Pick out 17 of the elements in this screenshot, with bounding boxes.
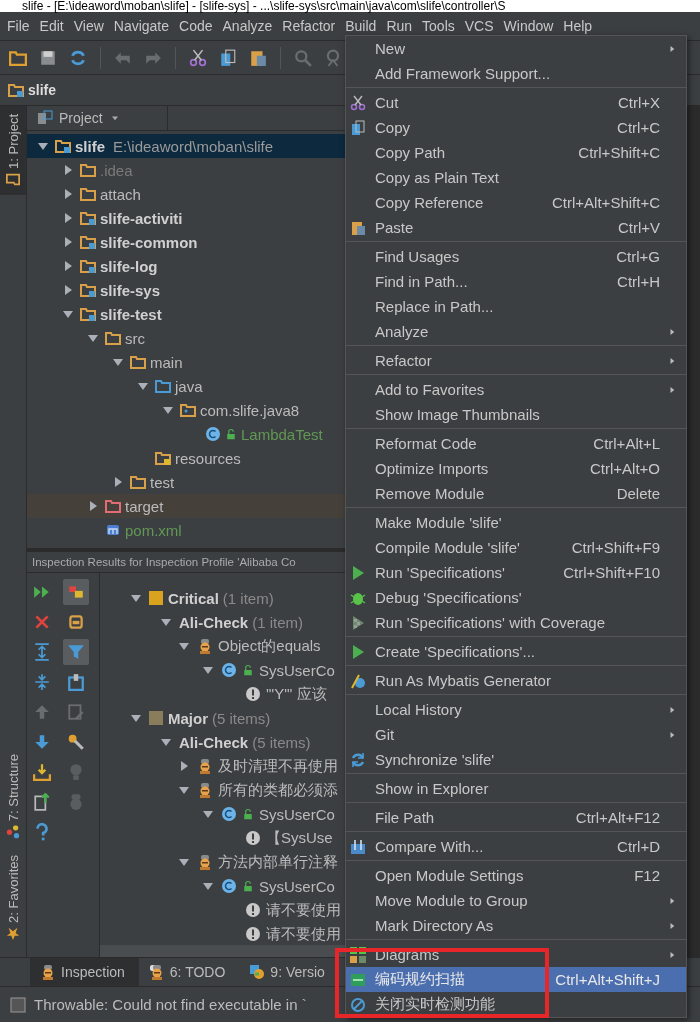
shortcut-text: F12 [634,867,660,884]
shortcut-text: Ctrl+X [617,94,660,111]
shortcut-text: Ctrl+Alt+Shift+J [555,971,660,988]
shortcut-text: Ctrl+D [617,838,660,855]
shortcut-text: Ctrl+V [617,219,660,236]
shortcut-text: Ctrl+G [616,248,660,265]
status-message: Throwable: Could not find executable in ` [34,996,307,1013]
shortcut-text: Delete [616,485,660,502]
shortcut-text: Ctrl+C [617,119,660,136]
path-text: E:\ideaword\moban\slife [113,137,274,155]
shortcut-text: Ctrl+Alt+Shift+C [552,194,660,211]
shortcut-text: Ctrl+H [617,273,660,290]
shortcut-text: Ctrl+Alt+O [589,460,660,477]
shortcut-text: Ctrl+Shift+C [578,144,660,161]
shortcut-text: Ctrl+Alt+L [593,435,660,452]
shortcut-text: Ctrl+Alt+F12 [575,809,660,826]
window-title: slife - [E:\ideaword\moban\slife] - [slife-sys] - ...\slife-sys\src\main\java\com\slife\controller\S [0,0,700,12]
